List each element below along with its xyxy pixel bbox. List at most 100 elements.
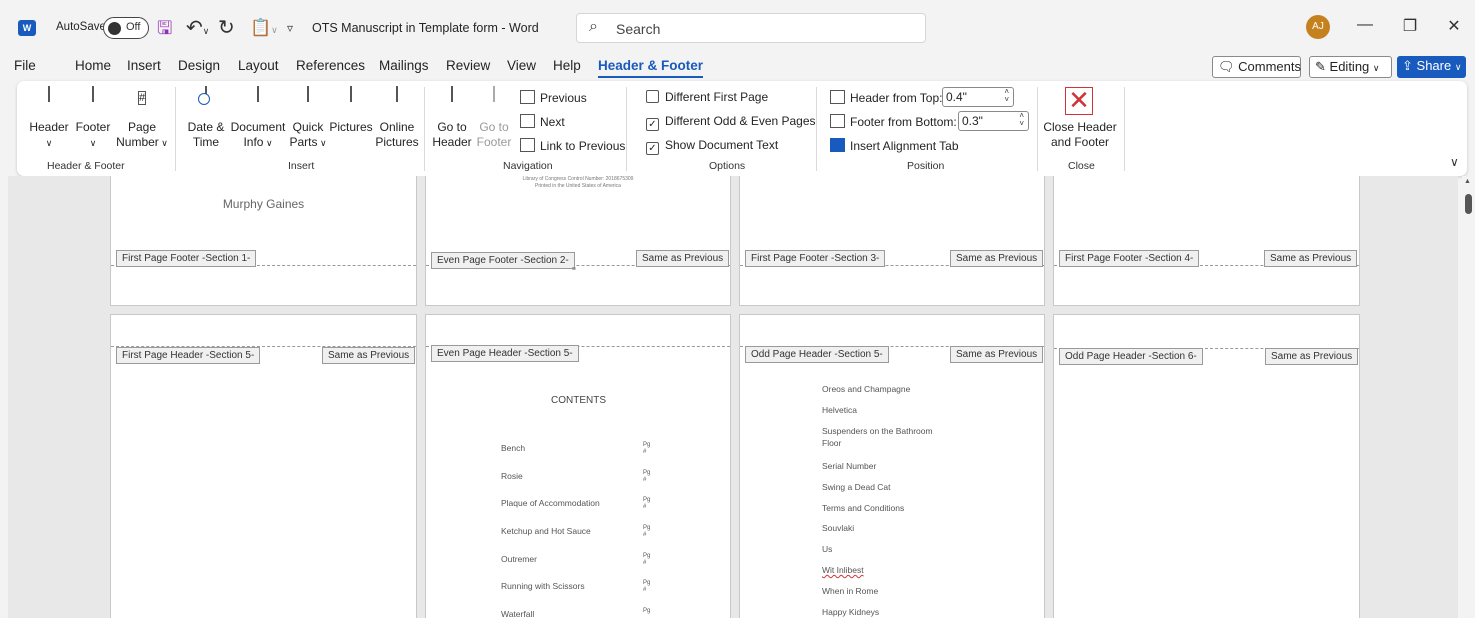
- document-info-label-2: Info: [243, 135, 264, 149]
- comments-button[interactable]: 🗨 Comments: [1212, 56, 1301, 78]
- footer-tag: Even Page Footer -Section 2-: [431, 252, 575, 269]
- ribbon-expand-icon[interactable]: ∨: [1450, 155, 1459, 169]
- spinner-arrows-icon[interactable]: ˄ ˅: [1019, 112, 1024, 128]
- share-icon: ⇪: [1402, 58, 1413, 73]
- footer-button[interactable]: Footer ∨: [73, 86, 113, 151]
- previous-button[interactable]: Previous: [520, 90, 587, 105]
- list-item: Souvlaki: [822, 523, 855, 533]
- page-number-label-2: Number: [116, 135, 159, 149]
- close-header-footer-icon: ✕: [1065, 87, 1095, 117]
- online-pictures-button[interactable]: Online Pictures: [374, 86, 420, 150]
- go-to-header-button[interactable]: Go to Header: [431, 86, 473, 150]
- footer-from-bottom-value: 0.3": [962, 114, 983, 128]
- header-icon: [48, 86, 50, 102]
- toc-item: Outremer: [501, 554, 537, 564]
- list-item: Swing a Dead Cat: [822, 482, 891, 492]
- list-item: Terms and Conditions: [822, 503, 905, 513]
- insert-alignment-tab-label: Insert Alignment Tab: [850, 139, 959, 153]
- tab-insert[interactable]: Insert: [127, 58, 161, 73]
- page[interactable]: First Page Header -Section 5- Same as Pr…: [110, 314, 417, 618]
- tab-layout[interactable]: Layout: [238, 58, 279, 73]
- different-odd-even-checkbox[interactable]: ✓ Different Odd & Even Pages: [646, 114, 816, 131]
- tab-header-footer[interactable]: Header & Footer: [598, 58, 704, 78]
- header-from-top-label: Header from Top:: [830, 90, 943, 105]
- previous-label: Previous: [540, 91, 587, 105]
- toggle-knob-icon: [108, 21, 121, 35]
- date-time-button[interactable]: Date & Time: [183, 86, 229, 150]
- toc-item: Rosie: [501, 471, 523, 481]
- tab-mailings[interactable]: Mailings: [379, 58, 429, 73]
- page[interactable]: Murphy Gaines First Page Footer -Section…: [110, 176, 417, 306]
- same-as-previous-tag: Same as Previous: [636, 250, 730, 267]
- paragraph-mark: ¤: [572, 266, 576, 273]
- customize-qat-icon[interactable]: ▿: [287, 14, 293, 42]
- footer-label: Footer: [75, 120, 111, 134]
- scroll-up-icon[interactable]: ▲: [1464, 178, 1471, 185]
- tab-help[interactable]: Help: [553, 58, 581, 73]
- link-to-previous-label: Link to Previous: [540, 139, 626, 153]
- page[interactable]: First Page Footer -Section 3- Same as Pr…: [739, 176, 1045, 306]
- footer-from-bottom-input[interactable]: 0.3" ˄ ˅: [958, 111, 1029, 131]
- save-icon[interactable]: 🖫: [157, 14, 172, 42]
- next-label: Next: [540, 115, 565, 129]
- minimize-icon[interactable]: —: [1355, 16, 1375, 34]
- paste-icon[interactable]: 📋∨: [250, 14, 278, 44]
- comment-icon: 🗨: [1218, 59, 1235, 74]
- link-to-previous-button[interactable]: Link to Previous: [520, 138, 625, 153]
- list-item: Oreos and Champagne: [822, 384, 911, 394]
- spinner-arrows-icon[interactable]: ˄ ˅: [1004, 88, 1009, 104]
- group-label-position: Position: [907, 160, 945, 172]
- tab-review[interactable]: Review: [446, 58, 490, 73]
- go-to-footer-button[interactable]: Go to Footer: [474, 86, 514, 150]
- vertical-scrollbar[interactable]: ▲: [1462, 176, 1475, 618]
- footer-icon: [92, 86, 94, 102]
- autosave-label: AutoSave: [56, 21, 106, 33]
- tab-file[interactable]: File: [14, 58, 36, 73]
- tab-home[interactable]: Home: [75, 58, 111, 73]
- page-number-button[interactable]: # Page Number ∨: [114, 87, 170, 151]
- autosave-toggle[interactable]: Off: [103, 17, 149, 39]
- page[interactable]: First Page Footer -Section 4- Same as Pr…: [1053, 176, 1360, 306]
- pictures-button[interactable]: Pictures: [328, 86, 374, 135]
- show-document-text-checkbox[interactable]: ✓ Show Document Text: [646, 138, 778, 155]
- page[interactable]: Odd Page Header -Section 5- Same as Prev…: [739, 314, 1045, 618]
- document-info-button[interactable]: Document Info ∨: [229, 86, 287, 151]
- same-as-previous-tag: Same as Previous: [1265, 348, 1359, 365]
- page[interactable]: Even Page Header -Section 5- CONTENTS Be…: [425, 314, 731, 618]
- search-box[interactable]: ⌕ Search: [576, 13, 926, 43]
- quick-parts-button[interactable]: Quick Parts ∨: [288, 86, 328, 151]
- close-header-footer-button[interactable]: ✕ Close Header and Footer: [1043, 87, 1117, 150]
- close-icon[interactable]: ✕: [1444, 16, 1464, 36]
- header-from-top-input[interactable]: 0.4" ˄ ˅: [942, 87, 1014, 107]
- different-odd-even-label: Different Odd & Even Pages: [665, 114, 816, 128]
- same-as-previous-tag: Same as Previous: [950, 250, 1044, 267]
- insert-alignment-tab-button[interactable]: Insert Alignment Tab: [830, 138, 959, 153]
- quick-parts-label-2: Parts: [289, 135, 318, 149]
- different-first-page-checkbox[interactable]: Different First Page: [646, 90, 768, 104]
- editing-button[interactable]: ✎ Editing ∨: [1309, 56, 1392, 78]
- document-info-label-1: Document: [230, 120, 286, 134]
- tab-references[interactable]: References: [296, 58, 365, 73]
- toc-item: Ketchup and Hot Sauce: [501, 526, 591, 536]
- tab-design[interactable]: Design: [178, 58, 220, 73]
- footer-from-bottom-text: Footer from Bottom:: [850, 115, 957, 129]
- previous-icon: [520, 90, 535, 104]
- date-time-label-1: Date &: [187, 120, 225, 134]
- tab-view[interactable]: View: [507, 58, 536, 73]
- group-separator: [175, 87, 176, 171]
- undo-icon[interactable]: ↶∨: [186, 14, 209, 45]
- footer-tag: First Page Footer -Section 4-: [1059, 250, 1200, 267]
- next-button[interactable]: Next: [520, 114, 565, 129]
- header-button[interactable]: Header ∨: [27, 86, 71, 151]
- show-document-text-label: Show Document Text: [665, 138, 779, 152]
- redo-icon[interactable]: ↻: [218, 14, 235, 42]
- share-button[interactable]: ⇪ Share ∨: [1397, 56, 1466, 78]
- page[interactable]: Library of Congress Control Number: 2018…: [425, 176, 731, 306]
- restore-icon[interactable]: ❐: [1400, 16, 1420, 36]
- list-item: Wit Inlibest: [822, 565, 864, 575]
- avatar[interactable]: AJ: [1306, 15, 1330, 39]
- page[interactable]: Odd Page Header -Section 6- Same as Prev…: [1053, 314, 1360, 618]
- toc-page-ref: Pg #: [643, 525, 651, 538]
- scroll-thumb[interactable]: [1465, 194, 1472, 214]
- document-canvas: Murphy Gaines First Page Footer -Section…: [8, 176, 1458, 618]
